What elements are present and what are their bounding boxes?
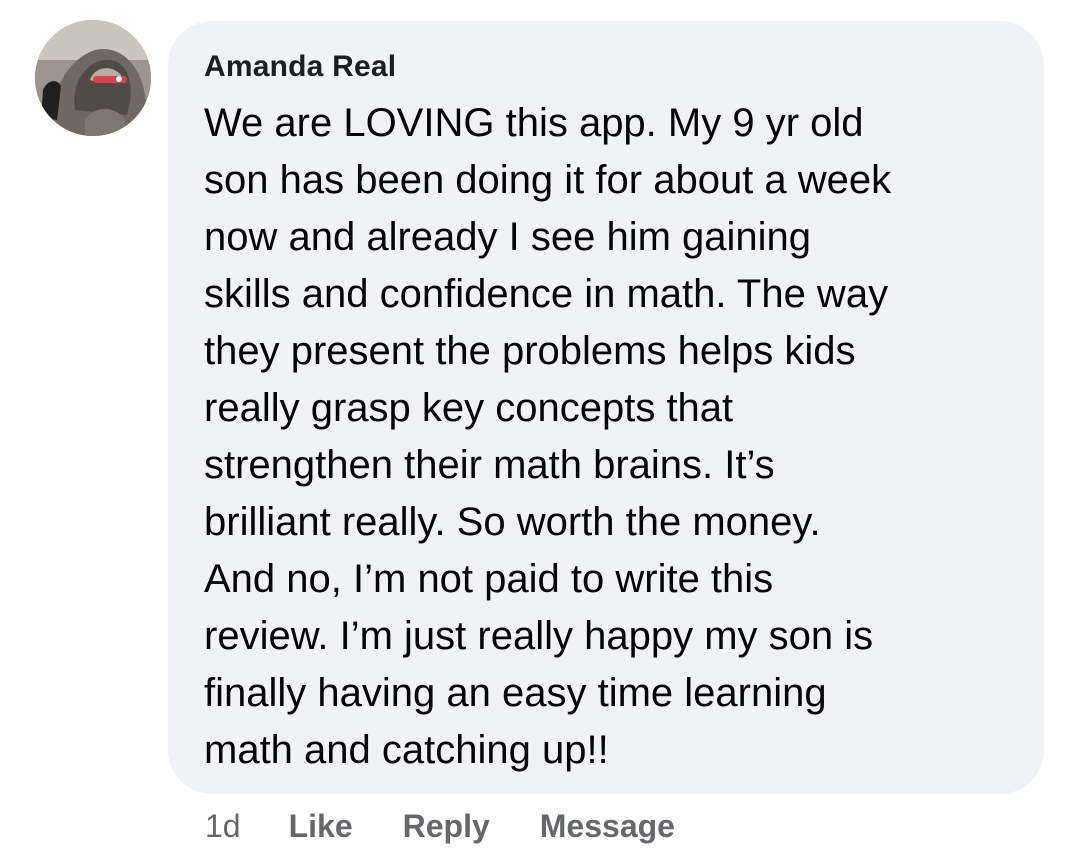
comment-line: And no, I’m not paid to write this	[204, 557, 774, 601]
comment-line: really grasp key concepts that	[204, 386, 734, 430]
like-button[interactable]: Like	[289, 806, 353, 846]
comment-line: skills and confidence in math. The way	[204, 272, 889, 316]
comment-actions: 1d Like Reply Message	[205, 806, 725, 846]
comment-bubble: Amanda Real We are LOVING this app. My 9…	[168, 21, 1044, 794]
avatar[interactable]	[35, 20, 151, 136]
comment-line: they present the problems helps kids	[204, 329, 856, 373]
comment: Amanda Real We are LOVING this app. My 9…	[0, 0, 1081, 861]
comment-line: math and catching up!!	[204, 728, 609, 772]
comment-text: We are LOVING this app. My 9 yr old son …	[204, 95, 1014, 779]
message-button[interactable]: Message	[540, 806, 675, 846]
reply-button[interactable]: Reply	[403, 806, 490, 846]
comment-timestamp[interactable]: 1d	[205, 806, 241, 846]
comment-line: son has been doing it for about a week	[204, 158, 892, 202]
avatar-photo	[35, 20, 151, 136]
comment-line: strengthen their math brains. It’s	[204, 443, 775, 487]
comment-author[interactable]: Amanda Real	[204, 51, 1014, 83]
comment-line: finally having an easy time learning	[204, 671, 827, 715]
comment-line: now and already I see him gaining	[204, 215, 812, 259]
comment-line: We are LOVING this app. My 9 yr old	[204, 101, 864, 145]
comment-line: review. I’m just really happy my son is	[204, 614, 874, 658]
comment-line: brilliant really. So worth the money.	[204, 500, 821, 544]
